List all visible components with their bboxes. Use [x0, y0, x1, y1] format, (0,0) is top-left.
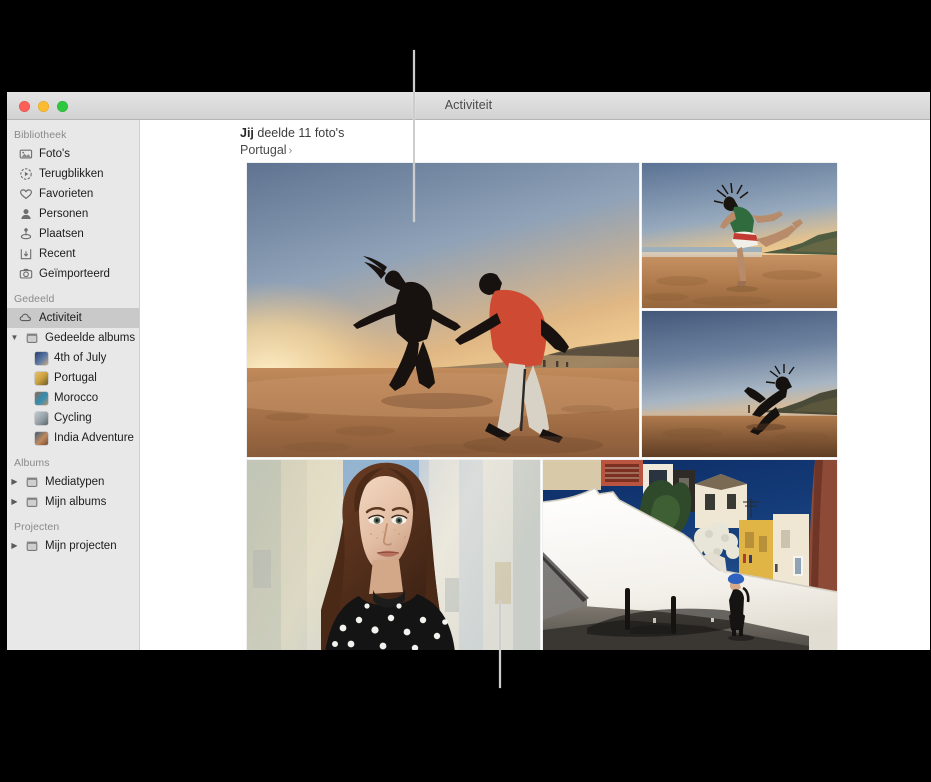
- sidebar-group-gedeeld: Gedeeld: [7, 284, 139, 308]
- sidebar-item-label: Geïmporteerd: [39, 268, 110, 280]
- chevron-right-icon[interactable]: ▶: [10, 542, 19, 550]
- activity-album-name: Portugal: [240, 143, 287, 157]
- album-thumbnail: [35, 412, 48, 425]
- callout-line-bottom: [499, 600, 501, 688]
- chevron-right-icon[interactable]: ▶: [10, 498, 19, 506]
- sidebar-item-mijn-projecten[interactable]: ▶ Mijn projecten: [7, 536, 139, 556]
- recent-icon: [19, 247, 33, 261]
- folder-icon: [25, 475, 39, 489]
- sidebar-item-label: Plaatsen: [39, 228, 84, 240]
- photo-grid-row: [247, 460, 837, 650]
- sidebar-item-label: Recent: [39, 248, 75, 260]
- sidebar-item-mijn-albums[interactable]: ▶ Mijn albums: [7, 492, 139, 512]
- sidebar-item-label: Mijn projecten: [45, 540, 117, 552]
- camera-icon: [19, 267, 33, 281]
- activity-headline-rest: deelde 11 foto's: [254, 126, 344, 140]
- cloud-icon: [19, 311, 33, 325]
- sidebar-item-label: Mijn albums: [45, 496, 106, 508]
- person-icon: [19, 207, 33, 221]
- sidebar[interactable]: Bibliotheek Foto's: [7, 120, 140, 650]
- activity-header: Jij deelde 11 foto's Portugal›: [240, 125, 344, 160]
- sidebar-item-label: Morocco: [54, 392, 98, 404]
- screenshot-root: Activiteit Bibliotheek Foto's: [0, 0, 931, 782]
- sidebar-item-personen[interactable]: Personen: [7, 204, 139, 224]
- sidebar-item-label: Mediatypen: [45, 476, 104, 488]
- sidebar-item-fotos[interactable]: Foto's: [7, 144, 139, 164]
- album-thumbnail: [35, 372, 48, 385]
- sidebar-item-label: Favorieten: [39, 188, 93, 200]
- sidebar-group-projecten: Projecten: [7, 512, 139, 536]
- chevron-right-icon: ›: [289, 145, 293, 157]
- folder-icon: [25, 331, 39, 345]
- sidebar-item-cycling[interactable]: Cycling: [7, 408, 139, 428]
- places-pin-icon: [19, 227, 33, 241]
- folder-icon: [25, 495, 39, 509]
- sidebar-item-activiteit[interactable]: Activiteit: [7, 308, 139, 328]
- sidebar-item-mediatypen[interactable]: ▶ Mediatypen: [7, 472, 139, 492]
- chevron-down-icon[interactable]: ▼: [10, 334, 19, 342]
- heart-icon: [19, 187, 33, 201]
- sidebar-item-recent[interactable]: Recent: [7, 244, 139, 264]
- sidebar-item-label: Terugblikken: [39, 168, 104, 180]
- sidebar-item-label: 4th of July: [54, 352, 106, 364]
- chevron-right-icon[interactable]: ▶: [10, 478, 19, 486]
- sidebar-item-gedeelde-albums[interactable]: ▼ Gedeelde albums +: [7, 328, 139, 348]
- folder-icon: [25, 539, 39, 553]
- sidebar-item-label: Gedeelde albums: [45, 332, 135, 344]
- activity-headline: Jij deelde 11 foto's: [240, 125, 344, 142]
- sidebar-group-albums: Albums: [7, 448, 139, 472]
- sidebar-item-label: Foto's: [39, 148, 70, 160]
- album-thumbnail: [35, 392, 48, 405]
- sidebar-item-favorieten[interactable]: Favorieten: [7, 184, 139, 204]
- photos-app-window: Activiteit Bibliotheek Foto's: [7, 92, 930, 650]
- photo-white-wall-street[interactable]: [543, 460, 837, 650]
- callout-line-top: [413, 50, 415, 222]
- album-thumbnail: [35, 352, 48, 365]
- photo-grid[interactable]: [247, 163, 837, 650]
- sidebar-group-bibliotheek: Bibliotheek: [7, 120, 139, 144]
- activity-actor: Jij: [240, 126, 254, 140]
- album-thumbnail: [35, 432, 48, 445]
- photo-portrait-woman[interactable]: [247, 460, 540, 650]
- window-titlebar: Activiteit: [7, 92, 930, 120]
- window-title: Activiteit: [7, 98, 930, 112]
- sidebar-item-label: Portugal: [54, 372, 97, 384]
- sidebar-item-label: Cycling: [54, 412, 92, 424]
- sidebar-item-label: Personen: [39, 208, 88, 220]
- sidebar-item-4th-of-july[interactable]: 4th of July: [7, 348, 139, 368]
- photo-grid-right-column: [642, 163, 837, 457]
- photo-beach-dancers-sunset[interactable]: [247, 163, 639, 457]
- sidebar-item-label: Activiteit: [39, 312, 82, 324]
- photo-beach-jumper[interactable]: [642, 163, 837, 308]
- photo-beach-falling-person[interactable]: [642, 311, 837, 457]
- sidebar-item-morocco[interactable]: Morocco: [7, 388, 139, 408]
- sidebar-item-portugal[interactable]: Portugal: [7, 368, 139, 388]
- photo-grid-row: [247, 163, 837, 457]
- sidebar-item-terugblikken[interactable]: Terugblikken: [7, 164, 139, 184]
- memories-icon: [19, 167, 33, 181]
- activity-content-pane: Jij deelde 11 foto's Portugal›: [140, 120, 930, 650]
- sidebar-item-plaatsen[interactable]: Plaatsen: [7, 224, 139, 244]
- sidebar-item-india-adventure[interactable]: India Adventure: [7, 428, 139, 448]
- sidebar-item-geimporteerd[interactable]: Geïmporteerd: [7, 264, 139, 284]
- sidebar-item-label: India Adventure: [54, 432, 134, 444]
- activity-album-link[interactable]: Portugal›: [240, 142, 344, 160]
- photos-icon: [19, 147, 33, 161]
